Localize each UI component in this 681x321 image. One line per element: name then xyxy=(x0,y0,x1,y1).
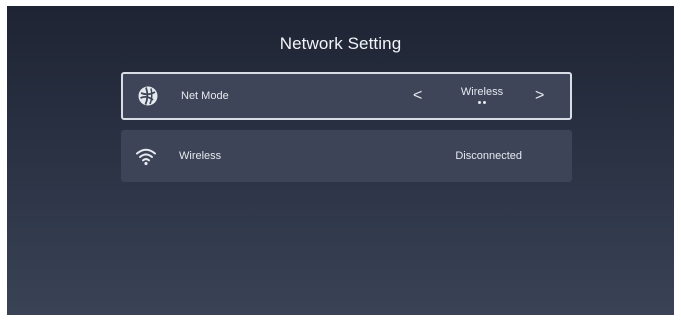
option-indicator xyxy=(441,101,523,104)
tv-settings-screen: Network Setting Net Mode < Wireless > Wi… xyxy=(7,6,674,315)
chevron-right-icon[interactable]: > xyxy=(535,88,544,104)
option-dot xyxy=(478,101,481,104)
net-mode-value: Wireless xyxy=(460,86,504,98)
wireless-status: Disconnected xyxy=(455,150,522,162)
chevron-left-icon[interactable]: < xyxy=(413,88,422,104)
page-title: Network Setting xyxy=(279,34,402,53)
globe-icon xyxy=(137,85,159,107)
wireless-row[interactable]: Wireless Disconnected xyxy=(121,130,572,182)
net-mode-row[interactable]: Net Mode < Wireless > xyxy=(121,72,572,120)
wireless-label: Wireless xyxy=(179,150,222,162)
option-dot xyxy=(483,101,486,104)
net-mode-label: Net Mode xyxy=(181,90,229,102)
wifi-icon xyxy=(135,145,157,167)
net-mode-selector[interactable]: Wireless xyxy=(441,86,523,104)
